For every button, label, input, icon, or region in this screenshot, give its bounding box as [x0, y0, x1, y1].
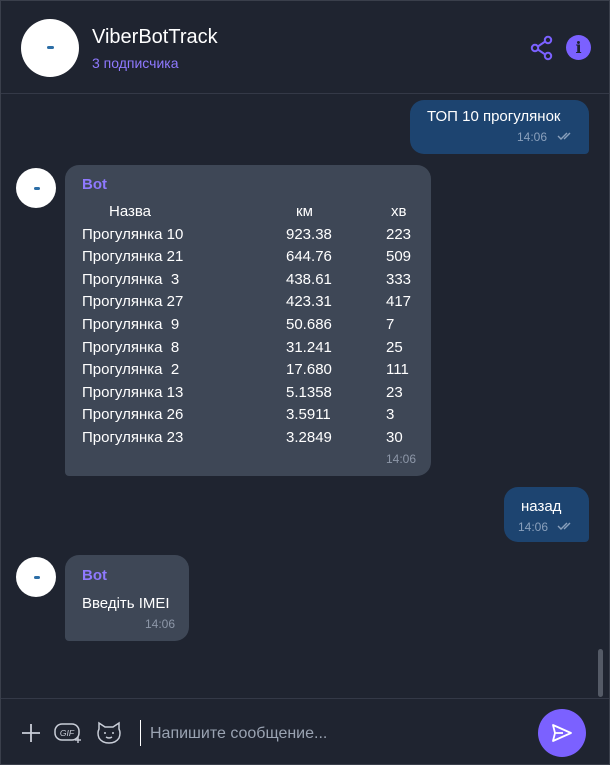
- table-cell: Прогулянка 3: [82, 270, 180, 288]
- gif-label: GIF: [60, 728, 75, 738]
- message-time: 14:06: [517, 130, 548, 144]
- message-time: 14:06: [145, 617, 176, 631]
- avatar[interactable]: [21, 19, 79, 77]
- table-cell: 223: [386, 225, 412, 243]
- table-cell: 17.680: [286, 361, 332, 379]
- chat-header: ViberBotTrack 3 подписчика i: [1, 1, 609, 94]
- send-button[interactable]: [538, 709, 586, 757]
- subscriber-count[interactable]: 3 подписчика: [92, 55, 178, 71]
- table-cell: Прогулянка 13: [82, 383, 184, 401]
- table-row: Прогулянка 23 3.2849 30: [82, 429, 422, 452]
- plus-icon[interactable]: [21, 723, 41, 743]
- table-cell: 438.61: [286, 270, 332, 288]
- table-cell: 3: [386, 406, 395, 424]
- column-header: км: [296, 203, 313, 220]
- info-icon[interactable]: i: [566, 35, 591, 60]
- column-header: хв: [391, 203, 407, 220]
- table-cell: 923.38: [286, 225, 332, 243]
- table-cell: 111: [386, 361, 409, 379]
- message-list[interactable]: ТОП 10 прогулянок 14:06 Bot Назва км хв …: [1, 94, 609, 698]
- table-row: Прогулянка 21 644.76 509: [82, 248, 422, 271]
- share-icon[interactable]: [529, 35, 555, 61]
- chat-title[interactable]: ViberBotTrack: [92, 26, 218, 49]
- gif-icon[interactable]: GIF: [54, 722, 84, 744]
- column-header: Назва: [109, 203, 152, 220]
- message-outgoing[interactable]: назад 14:06: [504, 487, 589, 542]
- table-cell: 509: [386, 248, 412, 266]
- table-cell: 3.5911: [286, 406, 331, 424]
- table-cell: Прогулянка 8: [82, 338, 180, 356]
- message-composer: GIF: [1, 698, 609, 764]
- avatar-logo-mark: [34, 576, 40, 579]
- message-incoming[interactable]: Bot Введіть IMEI 14:06: [65, 555, 189, 641]
- sender-name: Bot: [82, 176, 107, 193]
- table-cell: 50.686: [286, 315, 332, 333]
- table-cell: Прогулянка 23: [82, 428, 184, 446]
- message-time: 14:06: [386, 452, 417, 466]
- bot-avatar[interactable]: [16, 168, 56, 208]
- table-cell: 7: [386, 315, 395, 333]
- table-cell: 25: [386, 338, 403, 356]
- table-row: Прогулянка 2 17.680 111: [82, 361, 422, 384]
- table-row: Прогулянка 3 438.61 333: [82, 271, 422, 294]
- table-cell: 3.2849: [286, 428, 332, 446]
- message-input[interactable]: [148, 720, 522, 748]
- send-icon: [552, 724, 572, 742]
- message-text: Введіть IMEI: [82, 595, 170, 612]
- read-receipt-icon: [557, 522, 571, 530]
- table-cell: 23: [386, 383, 403, 401]
- table-cell: Прогулянка 27: [82, 293, 184, 311]
- table-cell: 333: [386, 270, 412, 288]
- message-text: ТОП 10 прогулянок: [427, 108, 561, 125]
- table-row: Прогулянка 27 423.31 417: [82, 293, 422, 316]
- table-cell: 31.241: [286, 338, 332, 356]
- avatar-logo-mark: [34, 187, 40, 190]
- chat-window: ViberBotTrack 3 подписчика i ТОП 10 прог…: [0, 0, 610, 765]
- table-row: Прогулянка 10 923.38 223: [82, 226, 422, 249]
- table-row: Прогулянка 8 31.241 25: [82, 339, 422, 362]
- sticker-icon[interactable]: [96, 721, 122, 745]
- read-receipt-icon: [557, 132, 571, 140]
- table-cell: Прогулянка 26: [82, 406, 184, 424]
- table-cell: 30: [386, 428, 403, 446]
- table-row: Прогулянка 26 3.5911 3: [82, 406, 422, 429]
- table-row: Прогулянка 13 5.1358 23: [82, 384, 422, 407]
- table-row: Прогулянка 9 50.686 7: [82, 316, 422, 339]
- table-cell: 423.31: [286, 293, 332, 311]
- table-cell: 5.1358: [286, 383, 332, 401]
- table-cell: Прогулянка 21: [82, 248, 184, 266]
- table-cell: 644.76: [286, 248, 332, 266]
- message-incoming[interactable]: Bot Назва км хв Прогулянка 10 923.38 223…: [65, 165, 431, 476]
- message-outgoing[interactable]: ТОП 10 прогулянок 14:06: [410, 100, 589, 154]
- message-time: 14:06: [518, 520, 549, 534]
- message-input-wrapper: [140, 720, 522, 748]
- message-text: назад: [521, 498, 562, 515]
- table-cell: Прогулянка 10: [82, 225, 184, 243]
- bot-avatar[interactable]: [16, 557, 56, 597]
- sender-name: Bot: [82, 567, 107, 584]
- table-cell: Прогулянка 9: [82, 315, 180, 333]
- table-cell: Прогулянка 2: [82, 361, 180, 379]
- table-header: Назва км хв: [82, 203, 422, 226]
- message-table: Назва км хв Прогулянка 10 923.38 223 Про…: [82, 203, 422, 452]
- scrollbar[interactable]: [598, 649, 603, 697]
- avatar-logo-mark: [47, 46, 54, 49]
- table-cell: 417: [386, 293, 412, 311]
